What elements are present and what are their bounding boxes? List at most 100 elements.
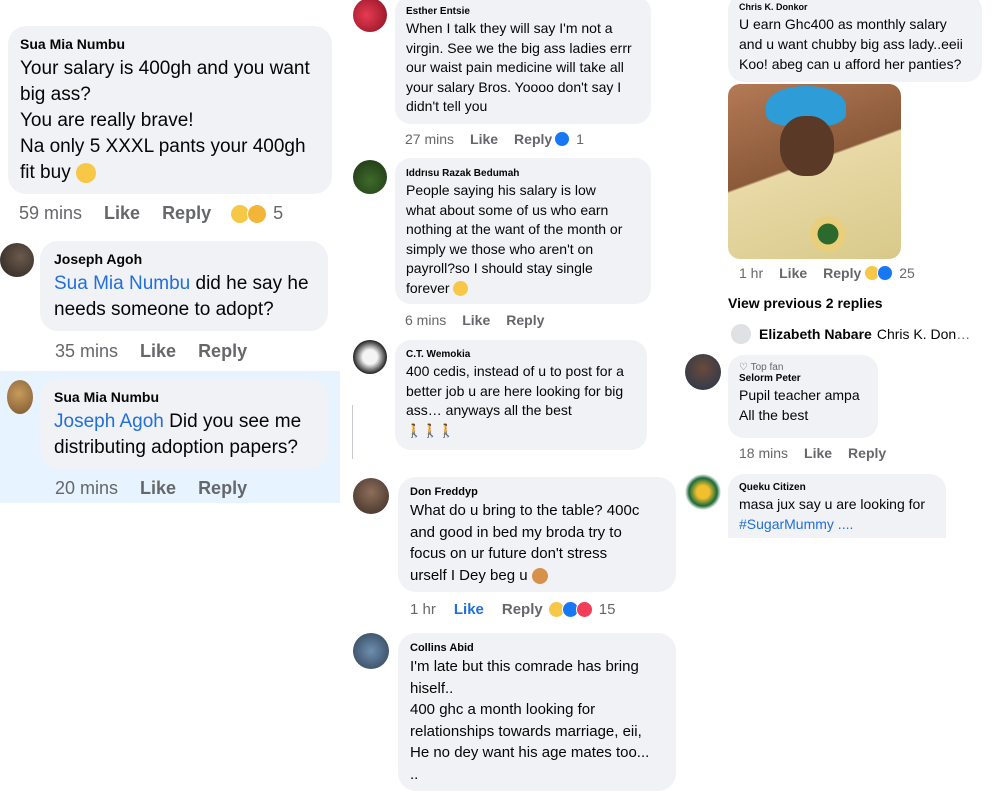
- comment-actions: 6 mins Like Reply: [405, 312, 566, 328]
- comment-author[interactable]: Joseph Agoh: [54, 251, 314, 267]
- comment-bubble[interactable]: Iddrısu Razak Bedumah People saying his …: [395, 158, 651, 304]
- photo-face: [780, 116, 834, 176]
- comment-actions: 35 mins Like Reply: [55, 341, 269, 362]
- comment-author[interactable]: Sua Mia Numbu: [54, 389, 314, 405]
- reaction-count: 15: [598, 601, 616, 618]
- comment-author[interactable]: Selorm Peter: [739, 373, 867, 384]
- comment-bubble[interactable]: Sua Mia Numbu Joseph Agoh Did you see me…: [40, 379, 328, 469]
- comment-time[interactable]: 27 mins: [405, 131, 454, 147]
- like-button[interactable]: Like: [779, 265, 807, 281]
- comment-actions: 1 hr Like Reply 25: [739, 265, 915, 281]
- comment-bubble[interactable]: C.T. Wemokia 400 cedis, instead of u to …: [395, 340, 647, 450]
- mention-link[interactable]: Joseph Agoh: [54, 411, 164, 432]
- comment-bubble[interactable]: Chris K. Donkor U earn Ghc400 as monthly…: [728, 0, 982, 82]
- user-avatar[interactable]: [353, 0, 387, 32]
- like-button[interactable]: Like: [140, 341, 176, 362]
- preview-author: Elizabeth Nabare: [759, 326, 872, 342]
- comment-actions: 59 mins Like Reply 5: [19, 203, 283, 224]
- comment-text: 400 cedis, instead of u to post for a be…: [406, 363, 624, 418]
- comment-time[interactable]: 35 mins: [55, 341, 118, 362]
- reactions-summary[interactable]: [230, 203, 268, 224]
- comment-text: Sua Mia Numbu did he say he needs someon…: [54, 273, 309, 320]
- comment-bubble[interactable]: Esther Entsie When I talk they will say …: [395, 0, 651, 124]
- like-button[interactable]: Like: [804, 445, 832, 461]
- comment-text: Pupil teacher ampa All the best: [739, 387, 860, 423]
- walking-emoji-row: 🚶🚶🚶: [406, 422, 455, 438]
- comment-text: Joseph Agoh Did you see me distributing …: [54, 411, 302, 458]
- reply-button[interactable]: Reply: [162, 203, 211, 224]
- comment-thread-left: Sua Mia Numbu Your salary is 400gh and y…: [0, 0, 340, 505]
- like-reaction-icon: [877, 265, 894, 281]
- badge-icon: ♡: [739, 362, 748, 373]
- folded-hands-emoji: [531, 567, 548, 584]
- comment-text: When I talk they will say I'm not a virg…: [406, 20, 632, 114]
- comment-author[interactable]: Esther Entsie: [406, 6, 640, 17]
- hashtag-link[interactable]: #SugarMummy ....: [739, 514, 935, 534]
- like-button[interactable]: Like: [104, 203, 140, 224]
- comment-text: I'm late but this comrade has bring hise…: [410, 658, 650, 783]
- attached-photo[interactable]: [728, 84, 901, 259]
- user-avatar[interactable]: [0, 243, 34, 277]
- reaction-count: 25: [899, 265, 915, 281]
- reply-button[interactable]: Reply: [502, 601, 543, 618]
- user-avatar[interactable]: [7, 380, 33, 414]
- reactions-summary[interactable]: [864, 265, 894, 281]
- user-avatar: [731, 324, 751, 344]
- top-fan-badge: ♡ Top fan: [739, 362, 784, 373]
- user-avatar[interactable]: [353, 160, 387, 194]
- mention-link[interactable]: Sua Mia Numbu: [54, 273, 190, 294]
- reply-button[interactable]: Reply: [198, 478, 247, 499]
- comment-actions: 1 hr Like Reply 15: [410, 601, 615, 618]
- user-avatar[interactable]: [685, 474, 721, 510]
- reply-button[interactable]: Reply: [823, 265, 861, 281]
- comment-text: U earn Ghc400 as monthly salary and u wa…: [739, 16, 963, 72]
- comment-bubble[interactable]: Joseph Agoh Sua Mia Numbu did he say he …: [40, 241, 328, 331]
- like-button[interactable]: Like: [462, 312, 490, 328]
- comment-time[interactable]: 1 hr: [410, 601, 436, 618]
- reply-button[interactable]: Reply: [848, 445, 886, 461]
- sad-reaction-icon: [247, 203, 268, 224]
- comment-time[interactable]: 1 hr: [739, 265, 763, 281]
- comment-author[interactable]: Sua Mia Numbu: [20, 36, 320, 52]
- comment-time[interactable]: 59 mins: [19, 203, 82, 224]
- comment-bubble[interactable]: Sua Mia Numbu Your salary is 400gh and y…: [8, 26, 332, 194]
- comment-text: What do u bring to the table? 400c and g…: [410, 502, 640, 584]
- comment-bubble[interactable]: ♡ Top fan Selorm Peter Pupil teacher amp…: [728, 355, 878, 438]
- pensive-face-emoji: [453, 281, 469, 297]
- reaction-count: 5: [273, 203, 284, 223]
- like-reaction-icon: [554, 131, 571, 147]
- like-button[interactable]: Like: [140, 478, 176, 499]
- comment-author[interactable]: C.T. Wemokia: [406, 349, 636, 360]
- like-button[interactable]: Like: [454, 601, 484, 618]
- user-avatar[interactable]: [353, 478, 389, 514]
- comment-actions: 18 mins Like Reply: [739, 445, 908, 461]
- like-button[interactable]: Like: [470, 131, 498, 147]
- user-avatar[interactable]: [685, 354, 721, 390]
- comment-text: People saying his salary is low what abo…: [406, 182, 623, 297]
- comment-author[interactable]: Don Freddyp: [410, 486, 664, 498]
- reply-button[interactable]: Reply: [514, 131, 552, 147]
- comment-time[interactable]: 18 mins: [739, 445, 788, 461]
- view-previous-replies[interactable]: View previous 2 replies: [728, 295, 883, 311]
- comment-time[interactable]: 6 mins: [405, 312, 446, 328]
- user-avatar[interactable]: [353, 340, 387, 374]
- reactions-summary[interactable]: [547, 601, 593, 618]
- comment-author[interactable]: Iddrısu Razak Bedumah: [406, 168, 640, 179]
- comment-author[interactable]: Queku Citizen: [739, 482, 935, 493]
- user-avatar[interactable]: [353, 633, 389, 669]
- comment-author[interactable]: Chris K. Donkor: [739, 2, 971, 12]
- reply-preview[interactable]: Elizabeth Nabare Chris K. Don …: [731, 324, 970, 344]
- reply-button[interactable]: Reply: [198, 341, 247, 362]
- comment-bubble[interactable]: Don Freddyp What do u bring to the table…: [398, 477, 676, 592]
- comment-time[interactable]: 20 mins: [55, 478, 118, 499]
- comment-actions: 20 mins Like Reply: [55, 478, 269, 499]
- comment-author[interactable]: Collins Abid: [410, 642, 664, 654]
- reactions-summary[interactable]: [554, 131, 571, 147]
- comment-text: Your salary is 400gh and you want big as…: [20, 58, 310, 183]
- reply-button[interactable]: Reply: [506, 312, 544, 328]
- comment-thread-middle: Esther Entsie When I talk they will say …: [345, 0, 685, 799]
- love-reaction-icon: [575, 601, 593, 618]
- comment-bubble[interactable]: Collins Abid I'm late but this comrade h…: [398, 633, 676, 791]
- comment-bubble[interactable]: Queku Citizen masa jux say u are looking…: [728, 474, 946, 538]
- comment-thread-right: Chris K. Donkor U earn Ghc400 as monthly…: [683, 0, 1000, 540]
